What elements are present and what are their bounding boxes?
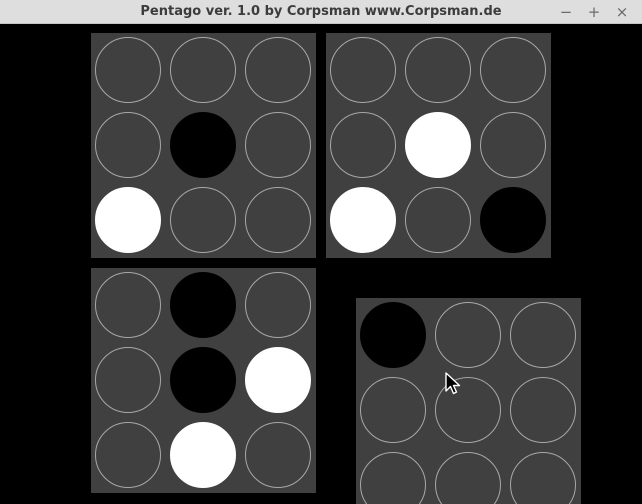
white-marble[interactable] <box>245 347 311 413</box>
quadrant-top-left[interactable] <box>91 33 316 258</box>
empty-hole[interactable] <box>170 187 236 253</box>
black-marble[interactable] <box>170 347 236 413</box>
white-marble[interactable] <box>170 422 236 488</box>
empty-hole[interactable] <box>510 377 576 443</box>
pentago-window: Pentago ver. 1.0 by Corpsman www.Corpsma… <box>0 0 642 504</box>
empty-hole[interactable] <box>405 37 471 103</box>
empty-hole[interactable] <box>95 347 161 413</box>
empty-hole[interactable] <box>510 302 576 368</box>
empty-hole[interactable] <box>405 187 471 253</box>
empty-hole[interactable] <box>95 272 161 338</box>
empty-hole[interactable] <box>435 452 501 504</box>
empty-hole[interactable] <box>95 37 161 103</box>
empty-hole[interactable] <box>245 37 311 103</box>
black-marble[interactable] <box>480 187 546 253</box>
quadrant-bottom-right[interactable] <box>356 298 581 504</box>
white-marble[interactable] <box>95 187 161 253</box>
white-marble[interactable] <box>405 112 471 178</box>
empty-hole[interactable] <box>360 452 426 504</box>
white-marble[interactable] <box>330 187 396 253</box>
empty-hole[interactable] <box>245 187 311 253</box>
empty-hole[interactable] <box>245 272 311 338</box>
empty-hole[interactable] <box>435 302 501 368</box>
empty-hole[interactable] <box>170 37 236 103</box>
empty-hole[interactable] <box>360 377 426 443</box>
empty-hole[interactable] <box>245 422 311 488</box>
empty-hole[interactable] <box>510 452 576 504</box>
black-marble[interactable] <box>170 272 236 338</box>
black-marble[interactable] <box>170 112 236 178</box>
maximize-button[interactable]: + <box>584 2 604 22</box>
quadrant-top-right[interactable] <box>326 33 551 258</box>
quadrant-bottom-left[interactable] <box>91 268 316 493</box>
empty-hole[interactable] <box>245 112 311 178</box>
black-marble[interactable] <box>360 302 426 368</box>
empty-hole[interactable] <box>95 112 161 178</box>
close-button[interactable]: × <box>612 2 632 22</box>
empty-hole[interactable] <box>330 112 396 178</box>
title-bar[interactable]: Pentago ver. 1.0 by Corpsman www.Corpsma… <box>0 0 642 24</box>
empty-hole[interactable] <box>95 422 161 488</box>
empty-hole[interactable] <box>480 37 546 103</box>
minimize-button[interactable]: − <box>556 2 576 22</box>
empty-hole[interactable] <box>480 112 546 178</box>
mouse-pointer-icon <box>445 372 461 395</box>
empty-hole[interactable] <box>330 37 396 103</box>
window-title: Pentago ver. 1.0 by Corpsman www.Corpsma… <box>140 4 502 19</box>
